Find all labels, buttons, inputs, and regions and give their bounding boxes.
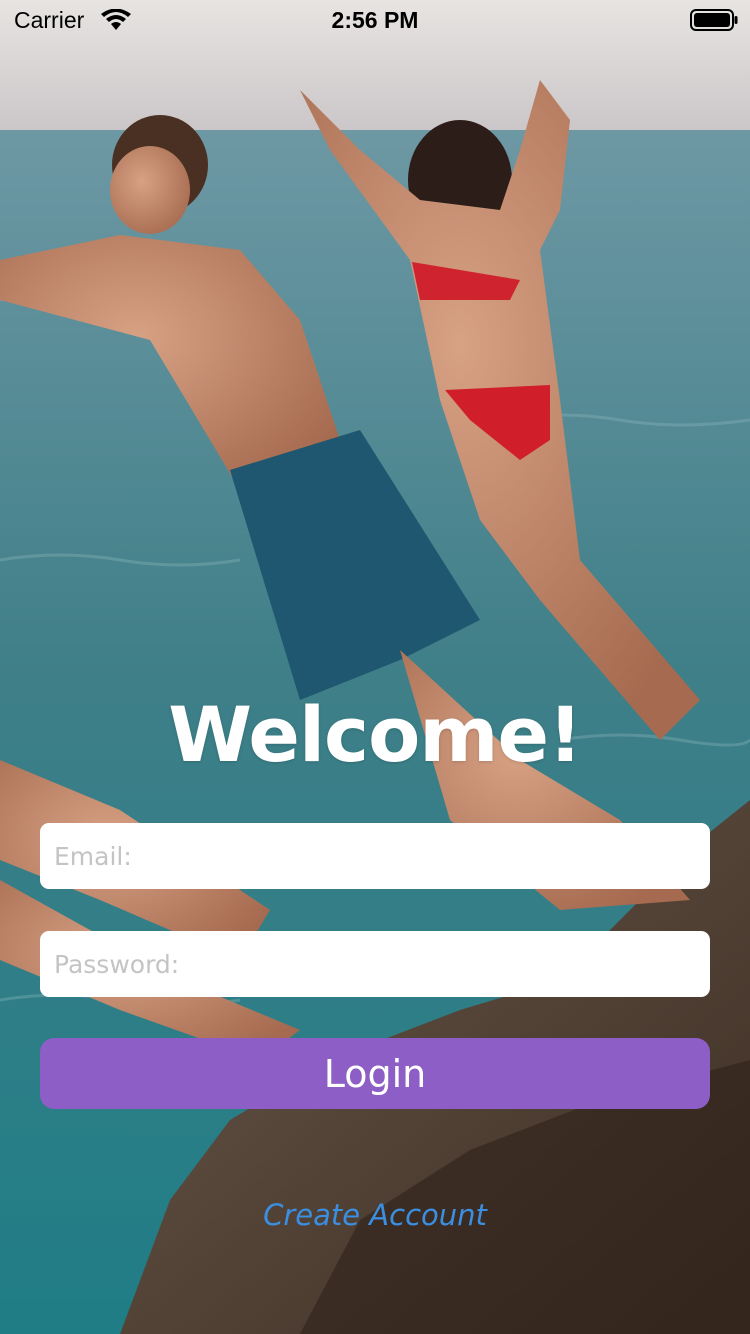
background-photo	[0, 0, 750, 1334]
create-account-link[interactable]: Create Account	[0, 1198, 750, 1232]
battery-icon	[690, 9, 738, 31]
clock-time: 2:56 PM	[331, 7, 419, 33]
login-screen: Carrier 2:56 PM Welcome! Login Create Ac…	[0, 0, 750, 1334]
status-bar: Carrier 2:56 PM	[0, 0, 750, 40]
welcome-title: Welcome!	[168, 690, 582, 779]
login-button[interactable]: Login	[40, 1038, 710, 1109]
email-field[interactable]	[40, 823, 710, 889]
password-field[interactable]	[40, 931, 710, 997]
